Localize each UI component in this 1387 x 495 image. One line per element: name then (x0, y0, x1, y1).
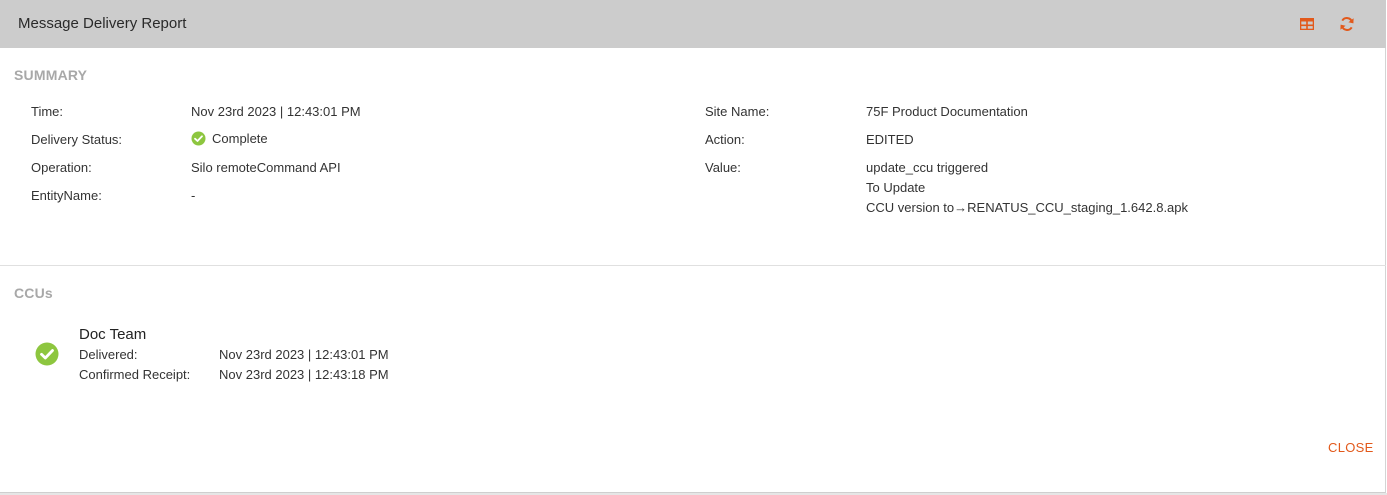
dialog-title: Message Delivery Report (18, 15, 187, 32)
check-circle-icon (191, 131, 206, 146)
summary-heading: SUMMARY (14, 67, 88, 83)
table-icon[interactable] (1297, 14, 1317, 34)
delivery-status-text: Complete (212, 131, 268, 146)
close-button[interactable]: CLOSE (1328, 440, 1374, 455)
value-line-3: CCU version to→RENATUS_CCU_staging_1.642… (866, 200, 1189, 215)
delivered-label: Delivered: (79, 347, 138, 362)
dialog-header: Message Delivery Report (0, 0, 1386, 48)
refresh-icon[interactable] (1337, 14, 1357, 34)
action-value: EDITED (866, 132, 914, 147)
site-name-label: Site Name: (705, 104, 770, 119)
operation-label: Operation: (31, 160, 92, 175)
operation-value: Silo remoteCommand API (191, 160, 341, 175)
confirmed-receipt-label: Confirmed Receipt: (79, 367, 191, 382)
delivery-status-value: Complete (191, 131, 268, 146)
time-value: Nov 23rd 2023 | 12:43:01 PM (191, 104, 361, 119)
site-name-value: 75F Product Documentation (866, 104, 1028, 119)
value-line-2: To Update (866, 180, 926, 195)
entity-name-label: EntityName: (31, 188, 102, 203)
section-divider (0, 265, 1386, 266)
action-label: Action: (705, 132, 745, 147)
delivery-status-label: Delivery Status: (31, 132, 123, 147)
time-label: Time: (31, 104, 64, 119)
check-circle-icon (35, 342, 59, 366)
value-line-1: update_ccu triggered (866, 160, 989, 175)
delivered-value: Nov 23rd 2023 | 12:43:01 PM (219, 347, 389, 362)
ccu-name: Doc Team (79, 326, 147, 343)
ccus-heading: CCUs (14, 285, 53, 301)
entity-name-value: - (191, 188, 196, 203)
message-delivery-report-dialog: Message Delivery Report SUMMARY Time: No… (0, 0, 1386, 493)
confirmed-receipt-value: Nov 23rd 2023 | 12:43:18 PM (219, 367, 389, 382)
value-label: Value: (705, 160, 741, 175)
